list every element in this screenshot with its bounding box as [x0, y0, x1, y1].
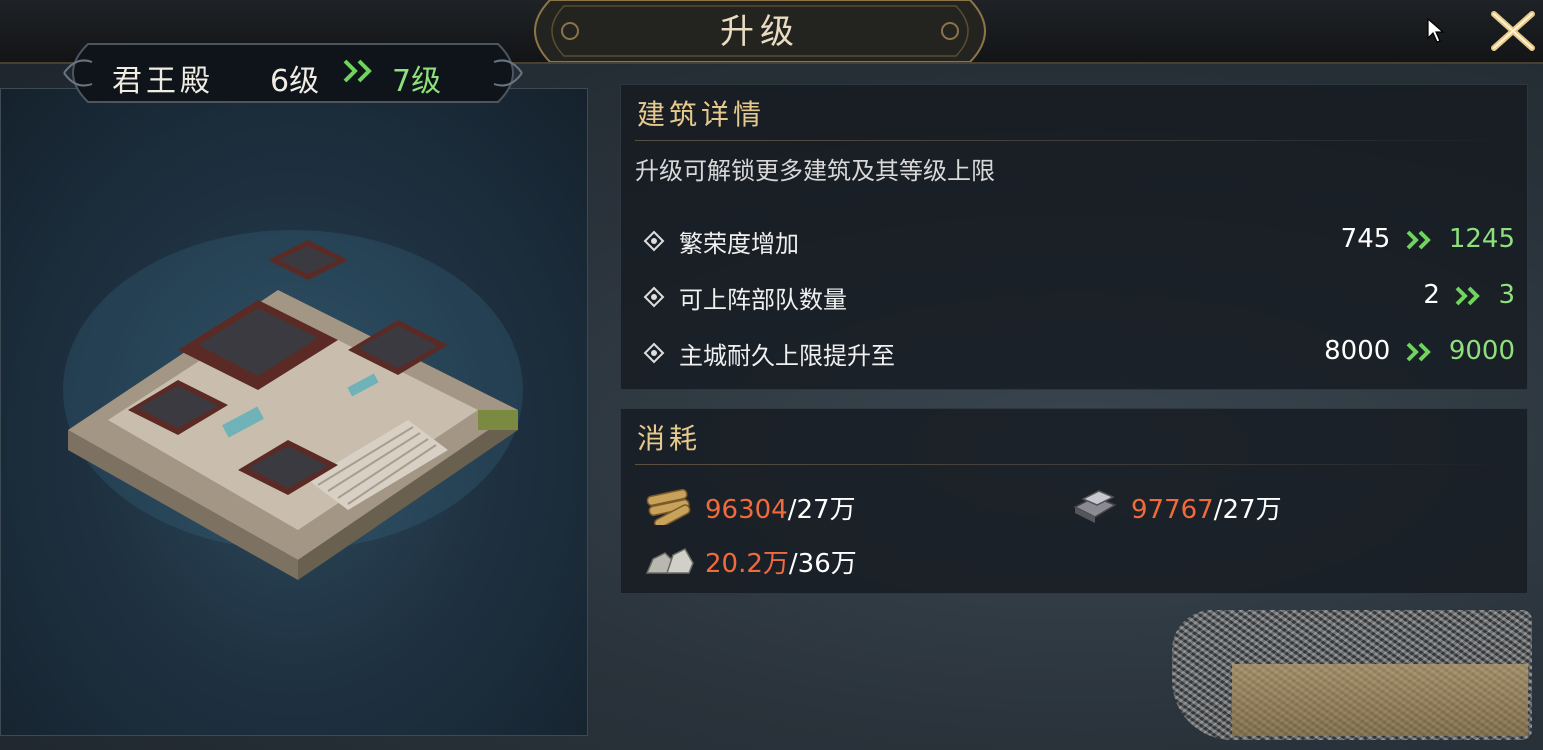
double-chevron-icon	[1406, 342, 1431, 361]
stat-label: 繁荣度增加	[679, 230, 799, 258]
resource-current: 96304	[705, 495, 788, 525]
page-title: 升级	[720, 12, 800, 52]
diamond-bullet-icon	[643, 230, 665, 252]
next-level: 7级	[392, 64, 442, 99]
resource-required: /27万	[787, 495, 856, 525]
stat-values: 745 1245	[1341, 224, 1515, 254]
building-name: 君王殿	[112, 64, 214, 99]
stat-row: 繁荣度增加 745 1245	[643, 222, 1515, 262]
resource-amount: 20.2万/36万	[705, 543, 857, 580]
building-details-panel: 建筑详情 升级可解锁更多建筑及其等级上限 繁荣度增加 745 1245 可上阵部…	[620, 84, 1528, 390]
stone-icon	[645, 548, 694, 574]
divider	[635, 464, 1513, 465]
details-title: 建筑详情	[637, 98, 766, 131]
double-chevron-icon	[1455, 286, 1481, 305]
resource-current: 20.2万	[705, 549, 789, 579]
mouse-cursor-icon	[1427, 18, 1445, 43]
consume-title: 消耗	[637, 422, 702, 455]
current-level: 6级	[270, 64, 320, 99]
resource-required: /27万	[1213, 495, 1282, 525]
stat-label: 可上阵部队数量	[679, 286, 847, 314]
close-button[interactable]	[1488, 6, 1538, 56]
resource-amount: 96304/27万	[705, 489, 856, 526]
wood-icon	[646, 488, 691, 525]
stat-new-value: 1245	[1448, 224, 1515, 254]
resource-current: 97767	[1131, 495, 1214, 525]
double-chevron-icon	[343, 59, 372, 83]
resource-amount: 97767/27万	[1131, 489, 1282, 526]
close-icon	[1491, 11, 1535, 51]
diamond-bullet-icon	[643, 286, 665, 308]
double-chevron-icon	[1406, 230, 1431, 249]
stat-values: 2 3	[1423, 280, 1515, 310]
diamond-bullet-icon	[643, 342, 665, 364]
palace-building-image	[63, 230, 523, 580]
resource-required: /36万	[788, 549, 857, 579]
details-description: 升级可解锁更多建筑及其等级上限	[635, 157, 995, 185]
stat-row: 主城耐久上限提升至 8000 9000	[643, 334, 1515, 374]
stat-label: 主城耐久上限提升至	[679, 342, 895, 370]
stat-values: 8000 9000	[1324, 336, 1515, 366]
divider	[635, 140, 1513, 141]
stat-old-value: 2	[1423, 280, 1440, 310]
consumption-panel: 消耗 96304/27万 97767/27万 20.2万/36万	[620, 408, 1528, 594]
stat-row: 可上阵部队数量 2 3	[643, 278, 1515, 318]
stat-new-value: 3	[1498, 280, 1515, 310]
upgrade-button[interactable]	[1232, 664, 1528, 736]
iron-icon	[1073, 490, 1117, 523]
stat-old-value: 745	[1340, 224, 1391, 254]
title-plaque: 升级	[530, 0, 990, 63]
stat-new-value: 9000	[1448, 336, 1515, 366]
stat-old-value: 8000	[1324, 336, 1391, 366]
